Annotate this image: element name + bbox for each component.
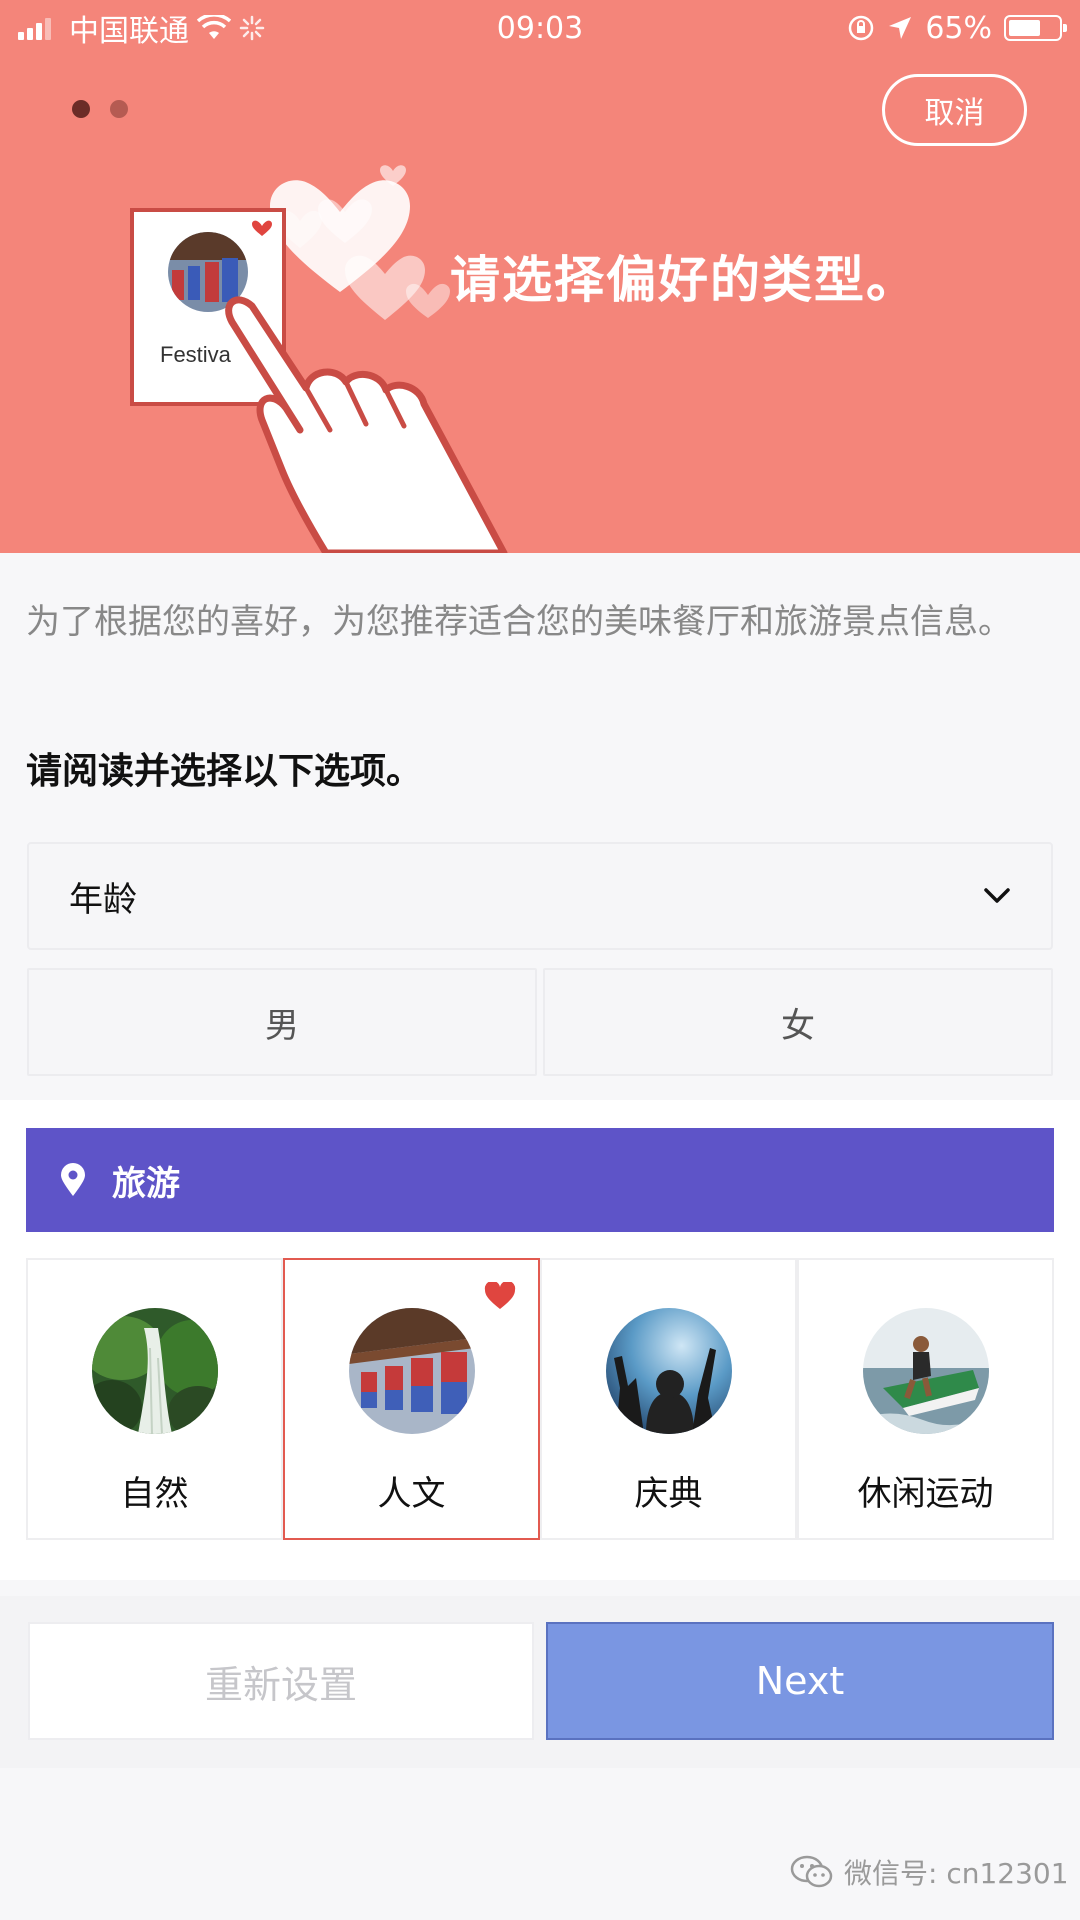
location-icon [889,17,912,39]
festival-thumbnail [605,1308,732,1434]
travel-header: 旅游 [26,1128,1054,1232]
nature-thumbnail [91,1308,218,1434]
card-label: Festiva [160,342,232,367]
hero-banner: Festiva 取消 请选择偏好的类型。 [0,0,1080,553]
gender-male-button[interactable]: 男 [27,968,537,1076]
orientation-lock-icon [849,15,874,41]
battery-percent: 65% [925,10,992,46]
reset-button[interactable]: 重新设置 [28,1622,534,1740]
category-label: 休闲运动 [857,1474,994,1514]
heart-icon [484,1282,516,1309]
battery-icon [1004,15,1067,41]
category-label: 人文 [377,1474,446,1514]
instruction-text: 请阅读并选择以下选项。 [26,751,423,792]
age-dropdown[interactable]: 年龄 [27,842,1053,950]
status-bar: 中国联通 09:03 65% [0,0,1080,56]
carrier-label: 中国联通 [69,14,189,49]
wechat-icon [790,1855,833,1888]
gender-female-button[interactable]: 女 [543,968,1053,1076]
gender-selector: 男 女 [27,968,1053,1076]
watermark-text: 微信号: cn12301 [844,1857,1069,1890]
category-label: 庆典 [634,1474,703,1514]
next-button[interactable]: Next [546,1622,1054,1740]
watermark: 微信号: cn12301 [790,1852,1069,1892]
category-card-culture[interactable]: 人文 [283,1258,540,1540]
chevron-down-icon [984,888,1010,903]
category-card-festival[interactable]: 庆典 [540,1258,797,1540]
heart-decoration [406,283,450,318]
page-indicator [72,100,128,118]
location-pin-icon [60,1163,86,1197]
signal-icon [18,16,51,40]
category-card-leisure-sports[interactable]: 休闲运动 [797,1258,1054,1540]
culture-thumbnail [348,1308,475,1434]
wifi-icon [197,15,231,39]
loading-icon [239,15,265,41]
age-label: 年龄 [69,879,137,920]
category-label: 自然 [120,1474,189,1514]
travel-header-label: 旅游 [112,1163,180,1204]
category-card-nature[interactable]: 自然 [26,1258,283,1540]
hero-title: 请选择偏好的类型。 [450,251,918,309]
leisure-sports-thumbnail [862,1308,989,1434]
page-dot [110,100,128,118]
intro-text: 为了根据您的喜好，为您推荐适合您的美味餐厅和旅游景点信息。 [26,602,1012,642]
page-dot-active [72,100,90,118]
cancel-button[interactable]: 取消 [882,74,1027,146]
category-grid: 自然 人文 庆典 休闲运动 [26,1258,1054,1540]
